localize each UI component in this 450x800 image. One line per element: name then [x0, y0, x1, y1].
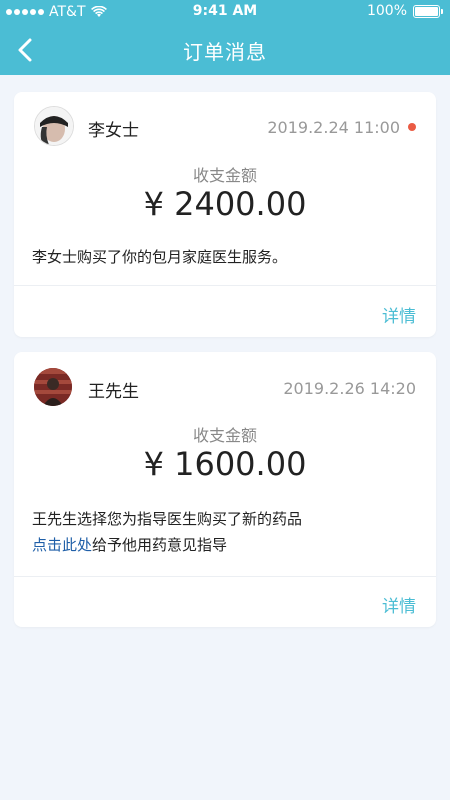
- battery-icon: [413, 4, 443, 18]
- description-line-2: 点击此处给予他用药意见指导: [32, 532, 418, 558]
- status-bar: AT&T 9:41 AM 100%: [0, 0, 450, 24]
- avatar: [34, 368, 72, 406]
- order-time: 2019.2.24 11:00: [267, 118, 400, 137]
- amount-value: ¥ 1600.00: [143, 445, 307, 483]
- app-header: AT&T 9:41 AM 100% 订单消息: [0, 0, 450, 75]
- amount-label: 收支金额: [192, 166, 257, 185]
- page-title: 订单消息: [183, 40, 267, 64]
- status-right: 100%: [366, 3, 443, 19]
- order-time: 2019.2.26 14:20: [283, 379, 416, 398]
- click-here-link[interactable]: 点击此处: [32, 536, 92, 554]
- amount-value: ¥ 2400.00: [143, 185, 307, 223]
- unread-indicator: [408, 123, 416, 131]
- description-line-1: 王先生选择您为指导医生购买了新的药品: [32, 510, 303, 528]
- user-avatar-image: [35, 107, 73, 145]
- order-description: 王先生选择您为指导医生购买了新的药品 点击此处给予他用药意见指导: [32, 506, 418, 558]
- amount-label: 收支金额: [192, 426, 257, 445]
- details-link[interactable]: 详情: [382, 592, 416, 617]
- description-line-2-text: 给予他用药意见指导: [92, 536, 228, 554]
- divider: [14, 285, 436, 286]
- details-link[interactable]: 详情: [382, 302, 416, 327]
- avatar: [34, 106, 74, 146]
- order-card[interactable]: 李女士 2019.2.24 11:00 收支金额 ¥ 2400.00 李女士购买…: [14, 92, 436, 337]
- customer-name: 李女士: [88, 121, 139, 141]
- order-card[interactable]: 王先生 2019.2.26 14:20 收支金额 ¥ 1600.00 王先生选择…: [14, 352, 436, 627]
- order-description: 李女士购买了你的包月家庭医生服务。: [32, 248, 288, 266]
- battery-percent: 100%: [366, 3, 407, 19]
- user-avatar-image: [34, 368, 72, 406]
- customer-name: 王先生: [88, 382, 139, 402]
- divider: [14, 576, 436, 577]
